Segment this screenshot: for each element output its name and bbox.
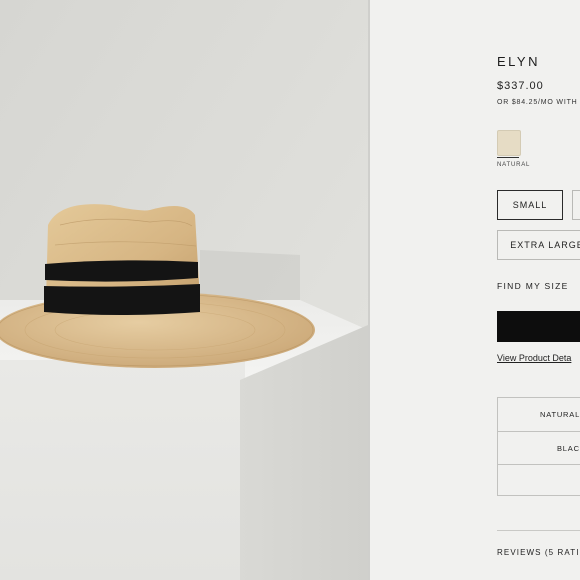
variant-item-empty[interactable] [498, 464, 580, 497]
installment-text: OR $84.25/MO WITH [497, 99, 578, 106]
size-label-small: SMALL [512, 200, 548, 210]
size-label-extra-large: EXTRA LARGE [510, 240, 580, 250]
product-price: $337.00 [497, 80, 544, 92]
variant-label: NATURAL [540, 410, 580, 419]
size-button-next[interactable] [572, 190, 580, 220]
color-label: NATURAL [497, 162, 531, 168]
find-my-size-link[interactable]: FIND MY SIZE [497, 281, 569, 291]
product-title: ELYN [497, 54, 540, 69]
size-button-extra-large[interactable]: EXTRA LARGE [497, 230, 580, 260]
product-info-panel: ELYN $337.00 OR $84.25/MO WITH NATURAL S… [370, 0, 580, 580]
variant-list: NATURAL BLAC [497, 397, 580, 496]
hat-band-lower [44, 284, 200, 315]
hat-band-upper [45, 260, 198, 282]
product-photo [0, 0, 368, 580]
view-product-details-link[interactable]: View Product Deta [497, 353, 571, 363]
reviews-section-toggle[interactable]: REVIEWS (5 RATI [497, 548, 580, 557]
reviews-divider [497, 530, 580, 531]
color-swatch-natural[interactable] [497, 130, 521, 156]
size-button-small[interactable]: SMALL [497, 190, 563, 220]
variant-item-natural[interactable]: NATURAL [498, 398, 580, 431]
hat-on-pedestal-image [0, 0, 368, 580]
variant-item-black[interactable]: BLAC [498, 431, 580, 464]
add-to-cart-button[interactable] [497, 311, 580, 342]
pedestal-front [0, 360, 245, 580]
variant-label: BLAC [557, 443, 580, 453]
swatch-selected-indicator [497, 157, 519, 158]
